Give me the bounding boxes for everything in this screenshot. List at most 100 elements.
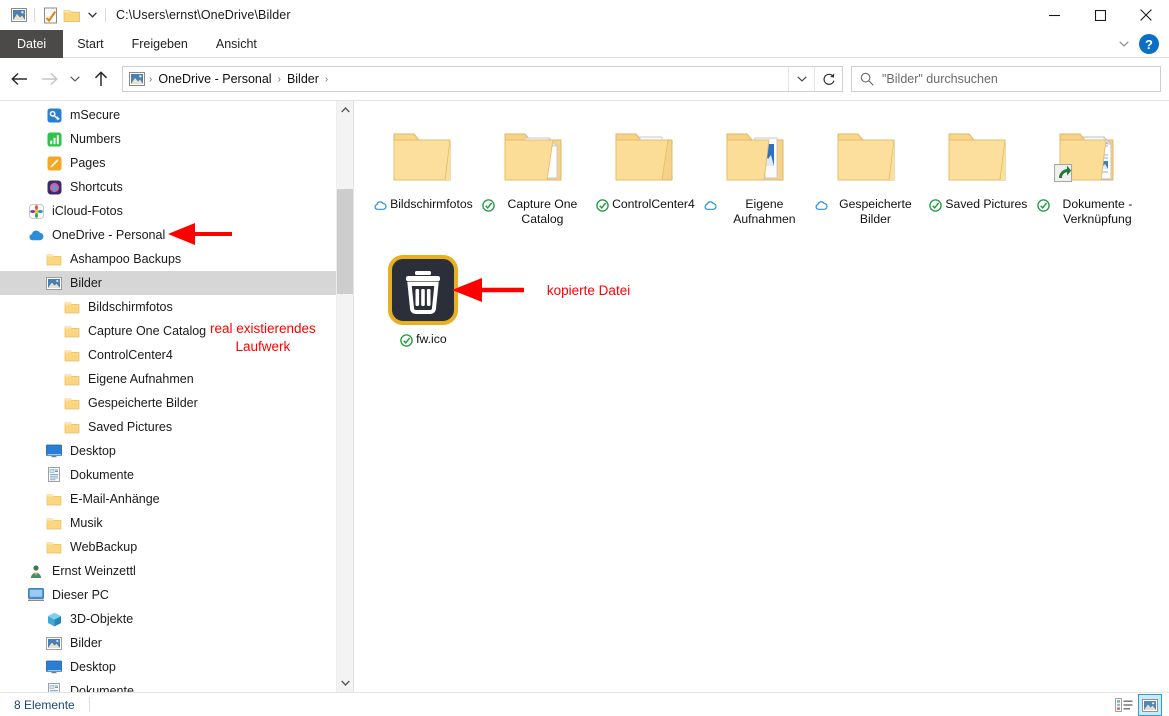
sidebar-item-label: Bilder [70, 636, 102, 650]
sidebar-item-dokumente[interactable]: Dokumente [0, 679, 353, 692]
shortcuts-icon [44, 177, 64, 197]
sidebar-item-shortcuts[interactable]: Shortcuts [0, 175, 353, 199]
onedrive-available-status-icon [929, 198, 943, 213]
sidebar-item-ashampoo-backups[interactable]: Ashampoo Backups [0, 247, 353, 271]
sidebar-item-desktop[interactable]: Desktop [0, 655, 353, 679]
folder-icon [44, 537, 64, 557]
file-item[interactable]: Gespeicherte Bilder [812, 109, 923, 244]
file-list-pane[interactable]: Bildschirmfotos OGCapture One Catalog Cont… [353, 101, 1169, 692]
sidebar-item-label: Ashampoo Backups [70, 252, 182, 266]
navigation-bar: › OneDrive - Personal › Bilder › "Bilder… [0, 58, 1169, 100]
sidebar-item-label: Musik [70, 516, 103, 530]
sidebar-item-bilder[interactable]: Bilder [0, 631, 353, 655]
minimize-button[interactable] [1031, 0, 1077, 30]
file-item[interactable]: Bildschirmfotos [368, 109, 479, 244]
search-box[interactable]: "Bilder" durchsuchen [851, 66, 1161, 92]
tab-start[interactable]: Start [63, 30, 117, 58]
breadcrumb-bilder[interactable]: Bilder [282, 72, 324, 86]
tab-datei[interactable]: Datei [0, 30, 64, 58]
refresh-icon[interactable] [814, 67, 842, 91]
sidebar-item-musik[interactable]: Musik [0, 511, 353, 535]
back-button[interactable] [4, 64, 34, 94]
sidebar-item-label: Bildschirmfotos [88, 300, 173, 314]
file-item-name: Eigene Aufnahmen [733, 197, 796, 226]
tab-ansicht[interactable]: Ansicht [202, 30, 271, 58]
pictures-icon [44, 273, 64, 293]
sidebar-item-label: Bilder [70, 276, 102, 290]
sidebar-item-label: iCloud-Fotos [52, 204, 123, 218]
sidebar-item-label: ControlCenter4 [88, 348, 173, 362]
onedrive-available-status-icon [482, 198, 496, 213]
file-item-name: Dokumente - Verknüpfung [1062, 197, 1133, 226]
sidebar-item-webbackup[interactable]: WebBackup [0, 535, 353, 559]
sidebar-item-numbers[interactable]: Numbers [0, 127, 353, 151]
file-item[interactable]: Saved Pictures [923, 109, 1034, 244]
onedrive-cloud-status-icon [815, 198, 828, 213]
file-item[interactable]: Eigene Aufnahmen [701, 109, 812, 244]
sidebar-item-icloud-fotos[interactable]: iCloud-Fotos [0, 199, 353, 223]
sidebar-item-pages[interactable]: Pages [0, 151, 353, 175]
sidebar-item-label: Desktop [70, 660, 116, 674]
sidebar-item-onedrive-personal[interactable]: OneDrive - Personal [0, 223, 353, 247]
forward-button[interactable] [34, 64, 64, 94]
sidebar-item-label: WebBackup [70, 540, 138, 554]
folder-icon [62, 393, 82, 413]
help-button[interactable]: ? [1139, 34, 1159, 54]
sidebar-item-gespeicherte-bilder[interactable]: Gespeicherte Bilder [0, 391, 353, 415]
sidebar-scrollbar[interactable] [336, 101, 353, 692]
maximize-button[interactable] [1077, 0, 1123, 30]
file-item[interactable]: OGCapture One Catalog [479, 109, 590, 244]
quick-access-dropdown-icon[interactable] [83, 4, 101, 26]
file-item-label: Capture One Catalog [480, 197, 588, 227]
folder-icon [44, 513, 64, 533]
toolbar-divider-2 [105, 8, 106, 22]
sidebar-item-label: Eigene Aufnahmen [88, 372, 194, 386]
file-item[interactable]: ControlCenter4 [590, 109, 701, 244]
checkmark-document-icon[interactable] [39, 4, 61, 26]
sidebar-item-label: E-Mail-Anhänge [70, 492, 160, 506]
status-bar: 8 Elemente [0, 692, 1169, 716]
sidebar-item-desktop[interactable]: Desktop [0, 439, 353, 463]
trash-app-icon [387, 250, 459, 330]
details-view-button[interactable] [1113, 695, 1135, 715]
search-input[interactable]: "Bilder" durchsuchen [882, 72, 998, 86]
file-item[interactable]: fw.ico [368, 244, 479, 379]
sidebar-item-eigene-aufnahmen[interactable]: Eigene Aufnahmen [0, 367, 353, 391]
sidebar-item-label: Saved Pictures [88, 420, 173, 434]
file-item[interactable]: ADokumente - Verknüpfung [1034, 109, 1145, 244]
scroll-up-icon[interactable] [337, 101, 354, 119]
sidebar-item-ernst-weinzettl[interactable]: Ernst Weinzettl [0, 559, 353, 583]
scrollbar-track[interactable] [336, 119, 353, 674]
file-item-name: Saved Pictures [945, 197, 1028, 211]
scroll-down-icon[interactable] [337, 674, 354, 692]
folder-icon[interactable] [61, 4, 83, 26]
sidebar-item-dokumente[interactable]: Dokumente [0, 463, 353, 487]
breadcrumb-separator-2[interactable]: › [324, 74, 329, 85]
desktop-icon [44, 657, 64, 677]
up-button[interactable] [86, 64, 116, 94]
onedrive-available-status-icon [400, 333, 413, 348]
user-icon [26, 561, 46, 581]
3d-objects-icon [44, 609, 64, 629]
scrollbar-thumb[interactable] [336, 189, 353, 294]
breadcrumb-onedrive[interactable]: OneDrive - Personal [153, 72, 276, 86]
sidebar-item-saved-pictures[interactable]: Saved Pictures [0, 415, 353, 439]
annotation-label-laufwerk: real existierendes Laufwerk [210, 320, 316, 356]
address-bar[interactable]: › OneDrive - Personal › Bilder › [122, 66, 843, 92]
sidebar-item-3d-objekte[interactable]: 3D-Objekte [0, 607, 353, 631]
sidebar-item-dieser-pc[interactable]: Dieser PC [0, 583, 353, 607]
sidebar-item-bildschirmfotos[interactable]: Bildschirmfotos [0, 295, 353, 319]
toolbar-divider [34, 8, 35, 22]
sidebar-item-e-mail-anh-nge[interactable]: E-Mail-Anhänge [0, 487, 353, 511]
large-icons-view-button[interactable] [1138, 694, 1162, 716]
pictures-icon[interactable] [8, 4, 30, 26]
chevron-down-icon[interactable] [1113, 33, 1135, 55]
close-button[interactable] [1123, 0, 1169, 30]
sidebar-item-bilder[interactable]: Bilder [0, 271, 353, 295]
recent-locations-button[interactable] [64, 64, 86, 94]
address-dropdown-icon[interactable] [788, 67, 814, 91]
navigation-pane: mSecure Numbers Pages Shortcuts iCloud-Fotos… [0, 101, 353, 692]
tab-freigeben[interactable]: Freigeben [118, 30, 202, 58]
quick-access-toolbar: C:\Users\ernst\OneDrive\Bilder [0, 4, 291, 26]
sidebar-item-msecure[interactable]: mSecure [0, 103, 353, 127]
